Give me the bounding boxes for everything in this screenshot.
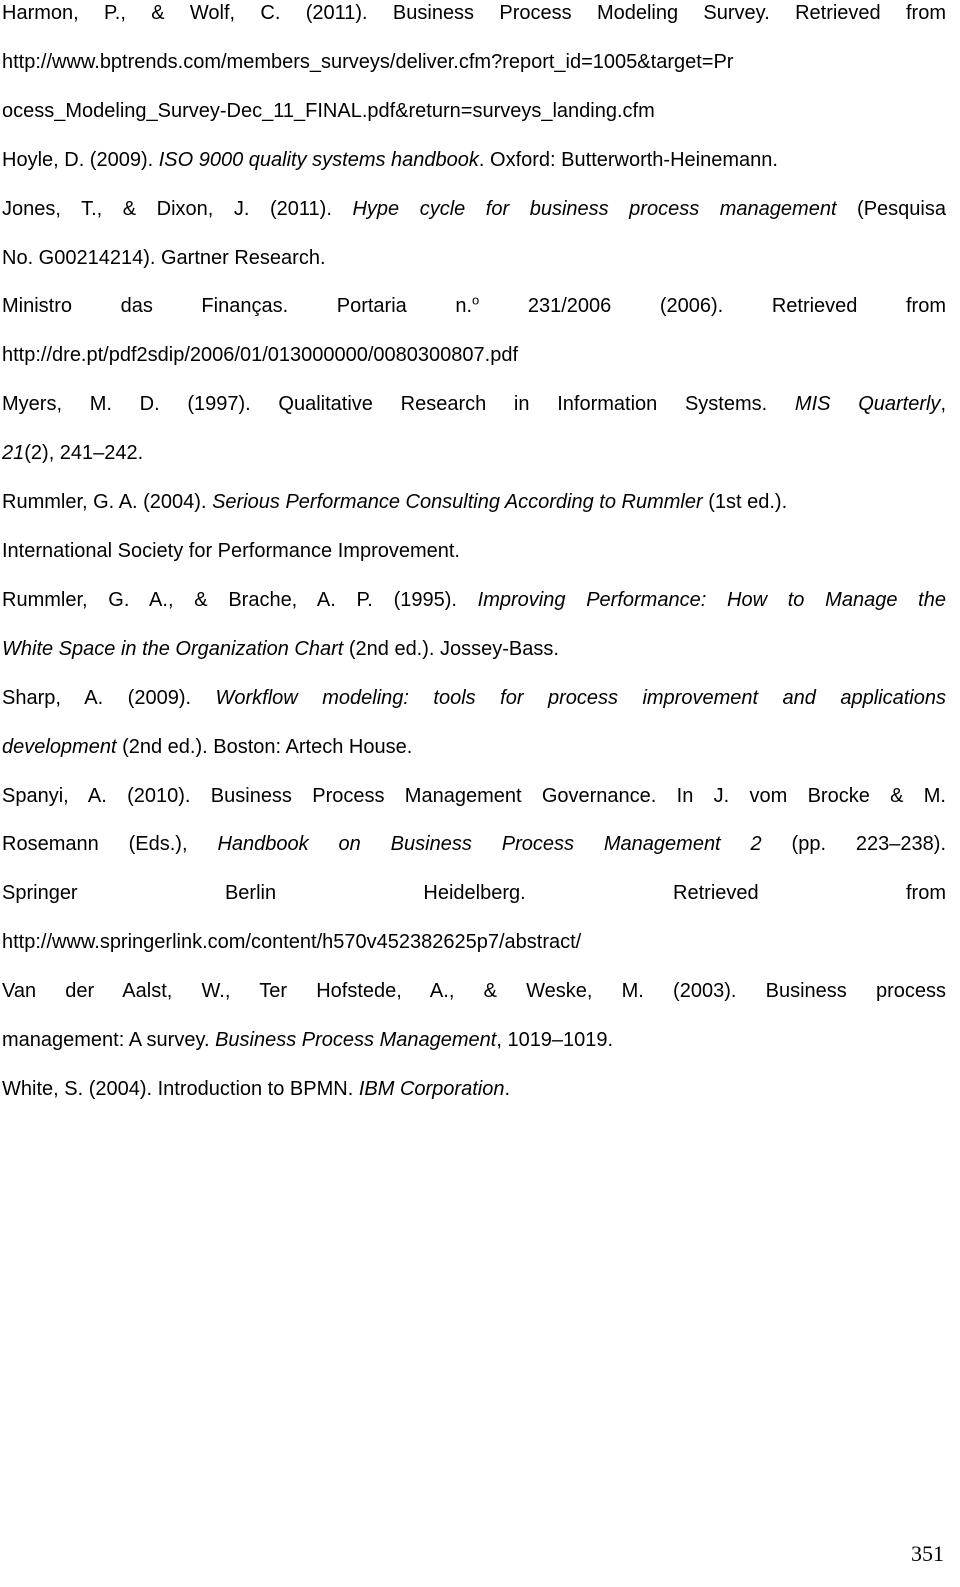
text-segment: Rummler, G. A. (2004). — [2, 491, 213, 514]
text-segment: . — [504, 1077, 511, 1100]
reference-line: Spanyi, A. (2010). Business Process Mana… — [2, 772, 946, 821]
italic-text: MIS Quarterly — [794, 393, 941, 416]
italic-text: White Space in the Organization Chart — [2, 637, 344, 660]
reference-entry: Van der Aalst, W., Ter Hofstede, A., & W… — [2, 967, 946, 1065]
text-segment: (pp. 223–238). — [761, 833, 947, 856]
reference-line: Harmon, P., & Wolf, C. (2011). Business … — [2, 0, 946, 38]
text-segment: Harmon, P., & Wolf, C. (2011). Business … — [2, 2, 946, 24]
reference-line: Hoyle, D. (2009). ISO 9000 quality syste… — [2, 136, 946, 185]
text-segment: , — [940, 393, 946, 416]
text-segment: Hoyle, D. (2009). — [2, 148, 159, 171]
reference-line: ocess_Modeling_Survey-Dec_11_FINAL.pdf&r… — [2, 87, 946, 136]
reference-entry: Myers, M. D. (1997). Qualitative Researc… — [2, 380, 946, 478]
reference-entry: Jones, T., & Dixon, J. (2011). Hype cycl… — [2, 185, 946, 283]
text-segment: (1st ed.). — [702, 491, 788, 514]
italic-text: Handbook on Business Process Management … — [217, 833, 762, 856]
reference-line: 21(2), 241–242. — [2, 429, 946, 478]
text-segment: International Society for Performance Im… — [2, 539, 460, 562]
reference-entry: White, S. (2004). Introduction to BPMN. … — [2, 1065, 946, 1114]
reference-line: White Space in the Organization Chart (2… — [2, 625, 946, 674]
italic-text: IBM Corporation — [358, 1077, 505, 1100]
text-segment: (2nd ed.). Boston: Artech House. — [116, 735, 413, 758]
text-segment: Spanyi, A. (2010). Business Process Mana… — [2, 784, 946, 807]
reference-line: Ministro das Finanças. Portaria n.o 231/… — [2, 282, 946, 331]
reference-line: http://www.bptrends.com/members_surveys/… — [2, 38, 946, 87]
text-segment: . Oxford: Butterworth-Heinemann. — [478, 148, 778, 171]
text-segment: , 1019–1019. — [496, 1029, 614, 1052]
reference-entry: Sharp, A. (2009). Workflow modeling: too… — [2, 674, 946, 772]
text-segment: http://www.springerlink.com/content/h570… — [2, 931, 582, 954]
text-segment: Sharp, A. (2009). — [2, 686, 216, 709]
reference-line: Rummler, G. A., & Brache, A. P. (1995). … — [2, 576, 946, 625]
text-segment: Myers, M. D. (1997). Qualitative Researc… — [2, 393, 795, 416]
text-segment: (Pesquisa — [836, 197, 946, 220]
italic-text: Improving Performance: How to Manage the — [477, 588, 946, 611]
reference-line: Springer Berlin Heidelberg. Retrieved fr… — [2, 869, 946, 918]
reference-entry: Hoyle, D. (2009). ISO 9000 quality syste… — [2, 136, 946, 185]
italic-text: Business Process Management — [215, 1029, 497, 1052]
reference-line: management: A survey. Business Process M… — [2, 1016, 946, 1065]
italic-text: development — [2, 735, 117, 758]
reference-entry: Harmon, P., & Wolf, C. (2011). Business … — [2, 0, 946, 136]
reference-entry: Spanyi, A. (2010). Business Process Mana… — [2, 772, 946, 968]
page-number: 351 — [911, 1541, 944, 1566]
reference-line: development (2nd ed.). Boston: Artech Ho… — [2, 723, 946, 772]
reference-line: International Society for Performance Im… — [2, 527, 946, 576]
text-segment: Van der Aalst, W., Ter Hofstede, A., & W… — [2, 980, 946, 1003]
reference-line: Jones, T., & Dixon, J. (2011). Hype cycl… — [2, 185, 946, 234]
text-segment: (2), 241–242. — [24, 442, 144, 465]
reference-line: Myers, M. D. (1997). Qualitative Researc… — [2, 380, 946, 429]
reference-entry: Ministro das Finanças. Portaria n.o 231/… — [2, 282, 946, 380]
text-segment: http://www.bptrends.com/members_surveys/… — [2, 50, 734, 73]
text-segment: Rosemann (Eds.), — [2, 833, 218, 856]
reference-line: Rummler, G. A. (2004). Serious Performan… — [2, 478, 946, 527]
reference-entry: Rummler, G. A. (2004). Serious Performan… — [2, 478, 946, 576]
italic-text: ISO 9000 quality systems handbook — [158, 148, 479, 171]
reference-line: Sharp, A. (2009). Workflow modeling: too… — [2, 674, 946, 723]
reference-entry: Rummler, G. A., & Brache, A. P. (1995). … — [2, 576, 946, 674]
reference-list: Harmon, P., & Wolf, C. (2011). Business … — [2, 0, 946, 1114]
text-segment: (2nd ed.). Jossey-Bass. — [343, 637, 559, 660]
text-segment: management: A survey. — [2, 1029, 216, 1052]
text-segment: Ministro das Finanças. Portaria n. — [2, 295, 473, 318]
reference-line: Rosemann (Eds.), Handbook on Business Pr… — [2, 820, 946, 869]
text-segment: ocess_Modeling_Survey-Dec_11_FINAL.pdf&r… — [2, 99, 655, 122]
text-segment: No. G00214214). Gartner Research. — [2, 246, 326, 269]
italic-text: Serious Performance Consulting According… — [212, 491, 703, 514]
reference-line: Van der Aalst, W., Ter Hofstede, A., & W… — [2, 967, 946, 1016]
reference-line: White, S. (2004). Introduction to BPMN. … — [2, 1065, 946, 1114]
text-segment: http://dre.pt/pdf2sdip/2006/01/013000000… — [2, 344, 519, 367]
text-segment: Jones, T., & Dixon, J. (2011). — [2, 197, 353, 220]
text-segment: Rummler, G. A., & Brache, A. P. (1995). — [2, 588, 478, 611]
reference-line: http://dre.pt/pdf2sdip/2006/01/013000000… — [2, 331, 946, 380]
text-segment: 231/2006 (2006). Retrieved from — [479, 295, 946, 318]
reference-line: http://www.springerlink.com/content/h570… — [2, 918, 946, 967]
reference-line: No. G00214214). Gartner Research. — [2, 234, 946, 283]
italic-text: 21 — [2, 442, 25, 465]
italic-text: Hype cycle for business process manageme… — [352, 197, 837, 220]
italic-text: Workflow modeling: tools for process imp… — [215, 686, 946, 709]
text-segment: Springer Berlin Heidelberg. Retrieved fr… — [2, 882, 946, 905]
text-segment: White, S. (2004). Introduction to BPMN. — [2, 1077, 359, 1100]
